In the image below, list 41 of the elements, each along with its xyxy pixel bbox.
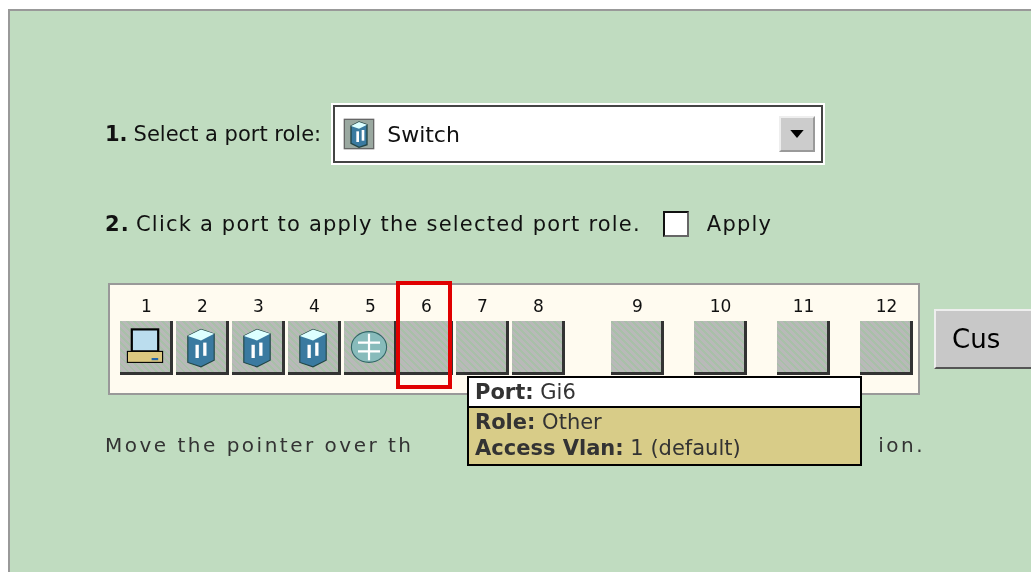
dropdown-arrow-button[interactable] <box>779 116 816 152</box>
port-number: 11 <box>792 295 815 318</box>
port-number: 7 <box>477 295 488 318</box>
port-number: 1 <box>141 295 152 318</box>
port-button[interactable] <box>611 321 664 375</box>
hint-text: Move the pointer over th <box>105 433 414 457</box>
apply-checkbox[interactable] <box>662 211 689 237</box>
port-number: 5 <box>365 295 376 318</box>
port-number: 4 <box>309 295 320 318</box>
dropdown-value: Switch <box>387 121 461 147</box>
port-number: 6 <box>421 295 432 318</box>
port-button[interactable] <box>694 321 747 375</box>
port-button[interactable] <box>120 321 173 375</box>
port-number: 9 <box>632 295 643 318</box>
step-label: Select a port role: <box>133 122 322 146</box>
port-button[interactable] <box>288 321 341 375</box>
port-button[interactable] <box>176 321 229 375</box>
step-number: 2. <box>105 212 130 236</box>
port-number: 3 <box>253 295 264 318</box>
port-number: 10 <box>709 295 732 318</box>
port-button[interactable] <box>400 321 453 375</box>
port-button[interactable] <box>512 321 565 375</box>
port-number: 8 <box>533 295 544 318</box>
switch-icon <box>343 118 376 150</box>
tooltip-line: Role: Other <box>475 410 603 434</box>
port-button[interactable] <box>456 321 509 375</box>
port-button[interactable] <box>232 321 285 375</box>
port-button[interactable] <box>777 321 830 375</box>
tooltip-line: Access Vlan: 1 (default) <box>475 436 742 460</box>
port-role-dropdown[interactable]: Switch <box>333 105 824 163</box>
step-number: 1. <box>105 122 128 146</box>
caret-icon <box>790 130 805 138</box>
tooltip-port: Port: Gi6 <box>475 380 576 404</box>
port-button[interactable] <box>860 321 913 375</box>
hint-text: ion. <box>878 433 925 457</box>
port-number: 12 <box>875 295 898 318</box>
apply-label: Apply <box>706 212 773 236</box>
port-number: 2 <box>197 295 208 318</box>
port-button[interactable] <box>344 321 397 375</box>
custom-button[interactable]: Cus <box>934 309 1031 369</box>
step-label: Click a port to apply the selected port role. <box>136 212 641 236</box>
